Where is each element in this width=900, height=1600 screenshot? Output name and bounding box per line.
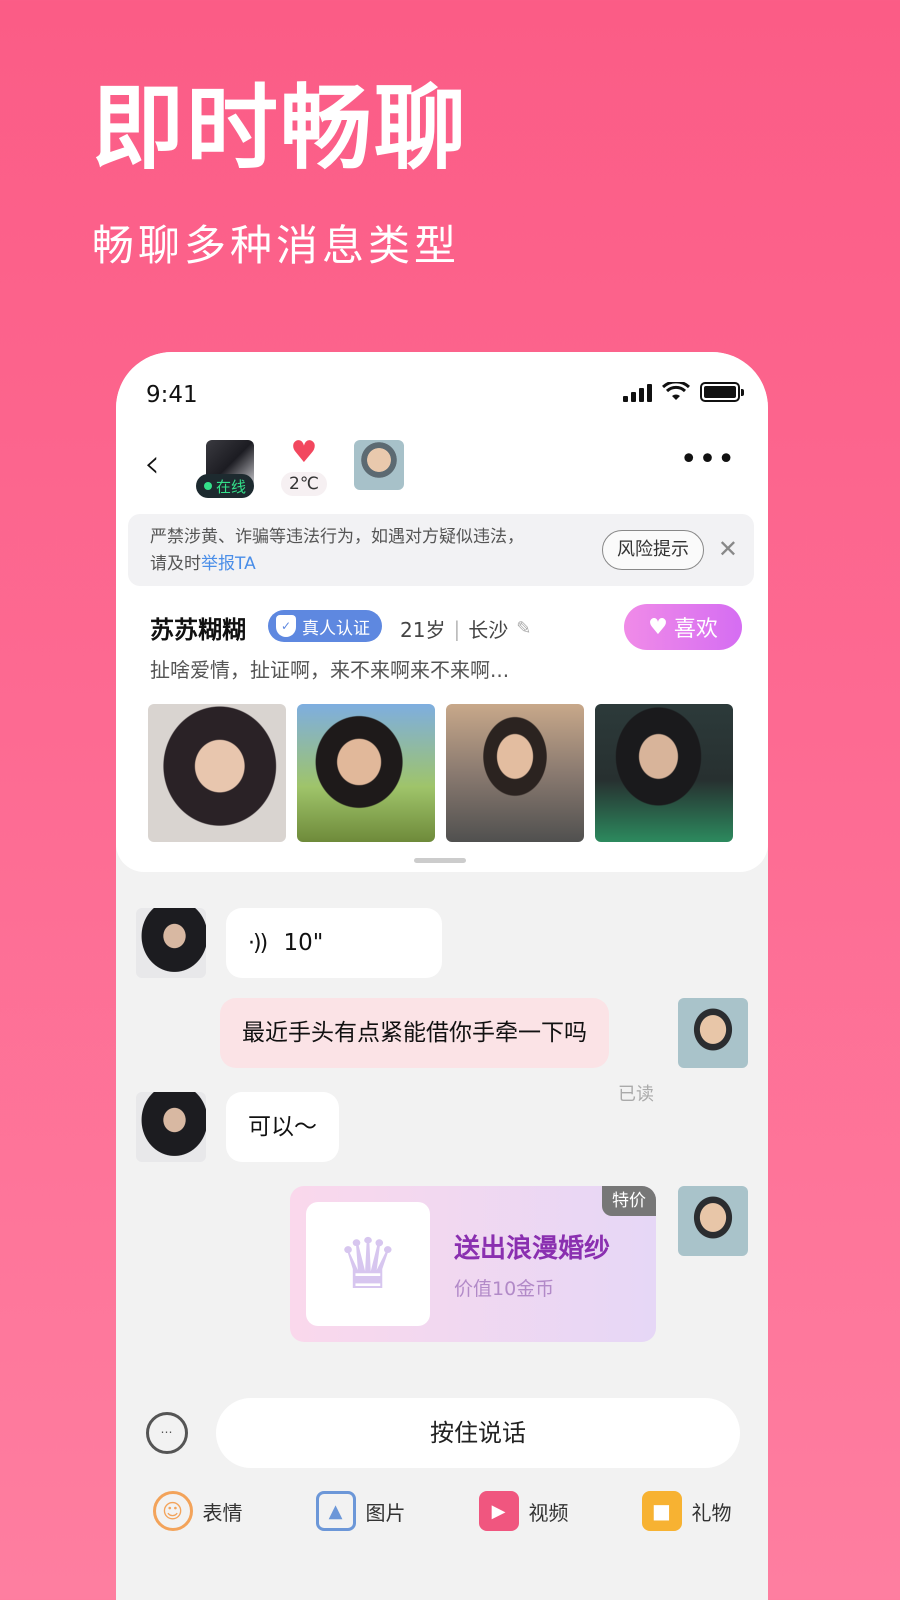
hero-subtitle: 畅聊多种消息类型 <box>92 221 461 270</box>
video-button[interactable]: ▶ 视频 <box>478 1476 569 1546</box>
profile-age: 21岁 <box>400 618 446 642</box>
edit-icon[interactable]: ✎ <box>516 618 531 639</box>
like-button[interactable]: ♥ 喜欢 <box>624 604 742 650</box>
phone-frame: 9:41 ‹ 在线 ♥ 2℃ ••• 严禁涉黄、诈骗等违法行为，如遇对方疑似违法… <box>116 352 768 1600</box>
like-label: 喜欢 <box>673 617 718 642</box>
video-label: 视频 <box>528 1500 569 1525</box>
voice-message-bubble[interactable]: ·)) 10" <box>226 908 442 978</box>
chat-toolbar: ☺ 表情 ▲ 图片 ▶ 视频 ■ 礼物 <box>116 1476 768 1546</box>
hold-to-talk-button[interactable]: 按住说话 <box>216 1398 740 1468</box>
video-icon: ▶ <box>478 1491 519 1531</box>
image-icon: ▲ <box>315 1491 356 1531</box>
gift-icon: ■ <box>641 1491 682 1531</box>
status-icons <box>623 382 744 402</box>
emoji-label: 表情 <box>202 1500 243 1525</box>
emoji-button[interactable]: ☺ 表情 <box>152 1476 243 1546</box>
profile-photo[interactable] <box>595 704 733 842</box>
profile-photo[interactable] <box>148 704 286 842</box>
safety-notice: 严禁涉黄、诈骗等违法行为，如遇对方疑似违法， 请及时举报TA 风险提示 ✕ <box>128 514 754 586</box>
chat-nav-bar: ‹ 在线 ♥ 2℃ ••• <box>116 432 768 512</box>
sent-message-bubble[interactable]: 最近手头有点紧能借你手牵一下吗 <box>220 998 609 1068</box>
online-dot-icon <box>204 482 212 490</box>
profile-photos <box>148 704 733 842</box>
risk-tip-button[interactable]: 风险提示 <box>602 530 704 570</box>
chat-header-panel: 9:41 ‹ 在线 ♥ 2℃ ••• 严禁涉黄、诈骗等违法行为，如遇对方疑似违法… <box>116 352 768 872</box>
battery-icon <box>700 382 744 402</box>
voice-wave-icon: ·)) <box>248 931 268 956</box>
profile-meta: 21岁 | 长沙 ✎ <box>400 614 531 643</box>
profile-photo[interactable] <box>297 704 435 842</box>
profile-city: 长沙 <box>468 618 509 642</box>
input-bar: ⋯ 按住说话 <box>116 1392 768 1472</box>
online-label: 在线 <box>216 477 247 496</box>
notice-text: 严禁涉黄、诈骗等违法行为，如遇对方疑似违法， 请及时举报TA <box>150 524 590 578</box>
meta-divider: | <box>453 616 461 641</box>
smiley-icon: ☺ <box>152 1491 193 1531</box>
heart-plus-icon: ♥ <box>648 614 668 640</box>
wifi-icon <box>662 382 690 400</box>
received-message-bubble[interactable]: 可以～ <box>226 1092 339 1162</box>
my-chat-avatar[interactable] <box>678 1186 748 1256</box>
notice-line-1: 严禁涉黄、诈骗等违法行为，如遇对方疑似违法， <box>150 527 524 547</box>
image-label: 图片 <box>365 1500 406 1525</box>
close-icon[interactable]: ✕ <box>718 534 738 564</box>
online-status-badge: 在线 <box>196 474 255 498</box>
gift-button[interactable]: ■ 礼物 <box>641 1476 732 1546</box>
gift-image: ♛ <box>306 1202 430 1326</box>
shield-icon: ✓ <box>276 615 296 637</box>
special-price-tag: 特价 <box>602 1186 656 1216</box>
report-link[interactable]: 举报TA <box>201 554 256 574</box>
back-button[interactable]: ‹ <box>144 444 184 486</box>
partner-chat-avatar[interactable] <box>136 1092 206 1162</box>
profile-name: 苏苏糊糊 <box>150 616 246 644</box>
keyboard-icon[interactable]: ⋯ <box>146 1412 188 1454</box>
gift-title: 送出浪漫婚纱 <box>454 1234 611 1264</box>
my-avatar[interactable] <box>354 440 404 490</box>
intimacy-temperature: 2℃ <box>281 472 327 496</box>
verify-label: 真人认证 <box>302 618 370 639</box>
heart-icon: ♥ <box>290 435 318 470</box>
read-status: 已读 <box>618 1084 654 1105</box>
partner-chat-avatar[interactable] <box>136 908 206 978</box>
status-time: 9:41 <box>146 382 198 408</box>
profile-bio: 扯啥爱情，扯证啊，来不来啊来不来啊... <box>150 658 510 682</box>
gift-label: 礼物 <box>691 1500 732 1525</box>
notice-prefix: 请及时 <box>150 554 201 574</box>
drag-handle[interactable] <box>414 858 466 863</box>
verified-badge: ✓ 真人认证 <box>268 610 382 642</box>
intimacy-indicator[interactable]: ♥ 2℃ <box>274 438 334 498</box>
more-options-button[interactable]: ••• <box>680 445 736 475</box>
voice-duration: 10" <box>283 930 324 956</box>
wedding-dress-icon: ♛ <box>336 1223 400 1305</box>
gift-value: 价值10金币 <box>454 1278 555 1300</box>
gift-message-card[interactable]: ♛ 送出浪漫婚纱 价值10金币 特价 <box>290 1186 656 1342</box>
profile-photo[interactable] <box>446 704 584 842</box>
hero-title: 即时畅聊 <box>92 75 469 182</box>
signal-icon <box>623 382 652 402</box>
my-chat-avatar[interactable] <box>678 998 748 1068</box>
image-button[interactable]: ▲ 图片 <box>315 1476 406 1546</box>
